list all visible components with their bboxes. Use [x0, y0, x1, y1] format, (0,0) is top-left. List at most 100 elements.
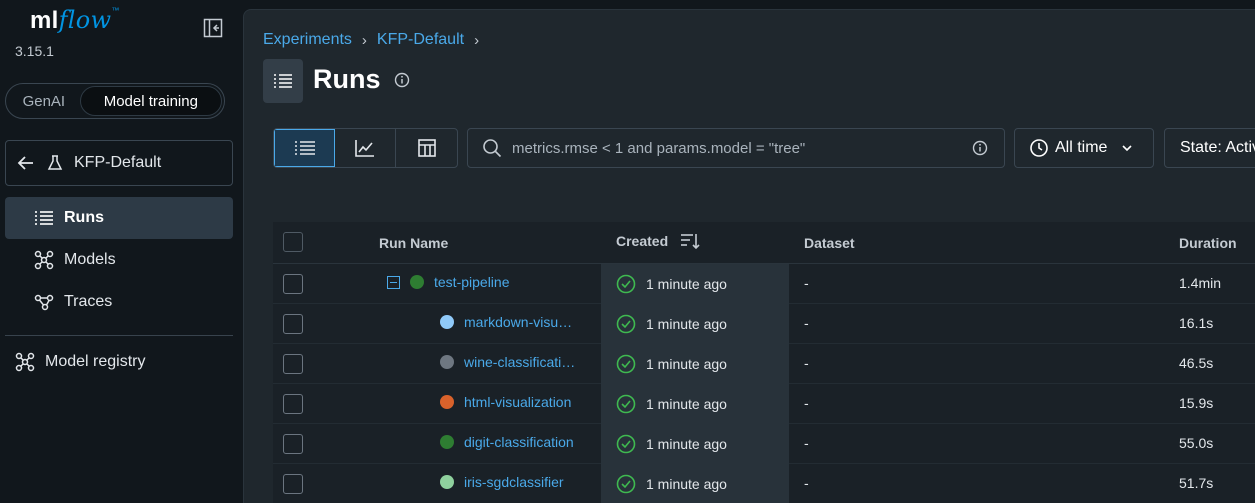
models-icon: [34, 250, 54, 270]
table-header: Run Name Created Dataset Duration: [273, 222, 1255, 264]
sidebar-item-models[interactable]: Models: [5, 239, 233, 281]
dataset-cell: -: [804, 395, 809, 411]
duration-cell: 55.0s: [1179, 435, 1214, 451]
row-checkbox[interactable]: [283, 274, 303, 294]
sort-descending-icon[interactable]: [680, 232, 700, 250]
search-input[interactable]: [512, 139, 952, 157]
column-header-run-name[interactable]: Run Name: [379, 235, 448, 251]
row-checkbox[interactable]: [283, 354, 303, 374]
table-row[interactable]: wine-classificati… 1 minute ago - 46.5s: [273, 344, 1255, 384]
model-registry-icon: [15, 352, 35, 372]
table-row[interactable]: digit-classification 1 minute ago - 55.0…: [273, 424, 1255, 464]
run-name-label: markdown-visu…: [464, 314, 573, 330]
sidebar-item-traces[interactable]: Traces: [5, 281, 233, 323]
table-row[interactable]: html-visualization 1 minute ago - 15.9s: [273, 384, 1255, 424]
state-filter-dropdown[interactable]: State: Active: [1164, 128, 1255, 168]
run-name-link[interactable]: digit-classification: [440, 434, 574, 450]
run-name-link[interactable]: markdown-visu…: [440, 314, 572, 330]
dataset-cell: -: [804, 275, 809, 291]
dataset-cell: -: [804, 435, 809, 451]
run-name-link[interactable]: html-visualization: [440, 394, 571, 410]
chevron-down-icon: [1122, 145, 1133, 152]
logo-ml-text: ml: [30, 7, 59, 34]
collapse-icon[interactable]: [387, 275, 400, 289]
line-chart-icon: [355, 140, 374, 157]
sidebar-item-model-registry[interactable]: Model registry: [15, 352, 145, 372]
collapse-sidebar-icon[interactable]: [203, 18, 223, 38]
duration-cell: 46.5s: [1179, 355, 1214, 371]
dataset-cell: -: [804, 355, 809, 371]
table-row[interactable]: iris-sgdclassifier 1 minute ago - 51.7s: [273, 464, 1255, 503]
breadcrumb-experiment[interactable]: KFP-Default: [377, 31, 464, 49]
run-name-link[interactable]: wine-classificati…: [440, 354, 575, 370]
experiment-name: KFP-Default: [74, 154, 162, 171]
table-view-button[interactable]: [274, 129, 335, 167]
column-header-dataset[interactable]: Dataset: [804, 235, 855, 251]
chart-view-button[interactable]: [335, 129, 396, 167]
created-cell: 1 minute ago: [601, 464, 789, 503]
row-checkbox[interactable]: [283, 314, 303, 334]
dataset-cell: -: [804, 475, 809, 491]
mode-model-training[interactable]: Model training: [79, 86, 222, 116]
created-label: 1 minute ago: [646, 276, 727, 292]
run-name-label: iris-sgdclassifier: [464, 474, 564, 490]
mode-toggle: GenAI Model training: [5, 83, 225, 119]
duration-cell: 15.9s: [1179, 395, 1214, 411]
search-icon: [483, 139, 502, 158]
sidebar-item-runs[interactable]: Runs: [5, 197, 233, 239]
state-filter-label: State: Active: [1180, 139, 1255, 156]
run-name-label: test-pipeline: [434, 274, 510, 290]
duration-cell: 16.1s: [1179, 315, 1214, 331]
run-name-label: digit-classification: [464, 434, 574, 450]
table-row[interactable]: markdown-visu… 1 minute ago - 16.1s: [273, 304, 1255, 344]
column-header-created-label: Created: [616, 233, 669, 249]
info-icon[interactable]: [394, 72, 410, 93]
artifact-view-button[interactable]: [396, 129, 457, 167]
duration-cell: 1.4min: [1179, 275, 1222, 291]
traces-icon: [34, 294, 54, 311]
row-checkbox[interactable]: [283, 434, 303, 454]
breadcrumb-separator-icon: ›: [361, 31, 367, 49]
run-name-label: html-visualization: [464, 394, 572, 410]
breadcrumb-experiments[interactable]: Experiments: [263, 31, 352, 49]
created-label: 1 minute ago: [646, 396, 727, 412]
select-all-checkbox[interactable]: [283, 232, 303, 252]
model-registry-label: Model registry: [45, 353, 146, 370]
sidebar-item-label: Models: [64, 251, 116, 268]
app-version: 3.15.1: [15, 43, 54, 59]
created-label: 1 minute ago: [646, 356, 727, 372]
row-checkbox[interactable]: [283, 474, 303, 494]
flask-icon: [47, 155, 63, 170]
view-mode-group: [273, 128, 458, 168]
column-header-duration[interactable]: Duration: [1179, 235, 1237, 251]
check-circle-icon: [616, 274, 636, 294]
column-header-created[interactable]: Created: [616, 232, 700, 250]
created-cell: 1 minute ago: [601, 344, 789, 384]
logo-tm: ™: [111, 6, 120, 15]
run-name-link[interactable]: test-pipeline: [387, 274, 510, 290]
run-color-dot: [440, 475, 454, 489]
run-name-link[interactable]: iris-sgdclassifier: [440, 474, 564, 490]
sidebar-divider: [5, 335, 233, 336]
mode-genai[interactable]: GenAI: [8, 86, 80, 116]
created-cell: 1 minute ago: [601, 264, 789, 304]
check-circle-icon: [616, 354, 636, 374]
table-row[interactable]: test-pipeline 1 minute ago - 1.4min: [273, 264, 1255, 304]
duration-cell: 51.7s: [1179, 475, 1214, 491]
mlflow-logo[interactable]: mlflow™: [30, 6, 120, 35]
search-info-icon[interactable]: [972, 140, 988, 161]
clock-icon: [1030, 139, 1048, 157]
created-cell: 1 minute ago: [601, 424, 789, 464]
breadcrumb-separator-icon: ›: [474, 31, 480, 49]
breadcrumb: Experiments › KFP-Default ›: [263, 31, 489, 49]
runs-table: Run Name Created Dataset Duration test-p…: [273, 178, 1255, 503]
time-filter-dropdown[interactable]: All time: [1014, 128, 1154, 168]
arrow-left-icon: [17, 156, 33, 170]
run-color-dot: [440, 395, 454, 409]
created-label: 1 minute ago: [646, 476, 727, 492]
experiment-back-button[interactable]: KFP-Default: [5, 140, 233, 186]
created-label: 1 minute ago: [646, 316, 727, 332]
sidebar-item-label: Traces: [64, 293, 113, 310]
run-color-dot: [410, 275, 424, 289]
row-checkbox[interactable]: [283, 394, 303, 414]
